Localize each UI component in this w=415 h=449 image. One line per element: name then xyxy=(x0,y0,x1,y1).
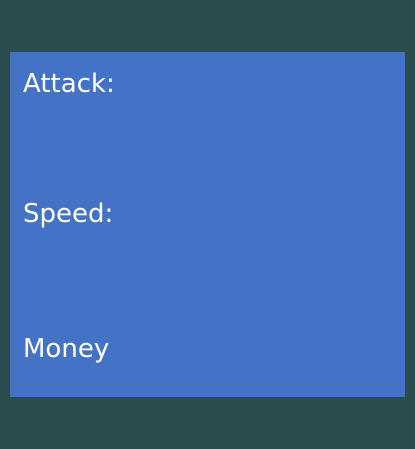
money-label: Money xyxy=(23,334,110,364)
stats-panel: Attack: Speed: Money xyxy=(10,52,405,397)
attack-label: Attack: xyxy=(23,69,115,99)
speed-label: Speed: xyxy=(23,199,114,229)
